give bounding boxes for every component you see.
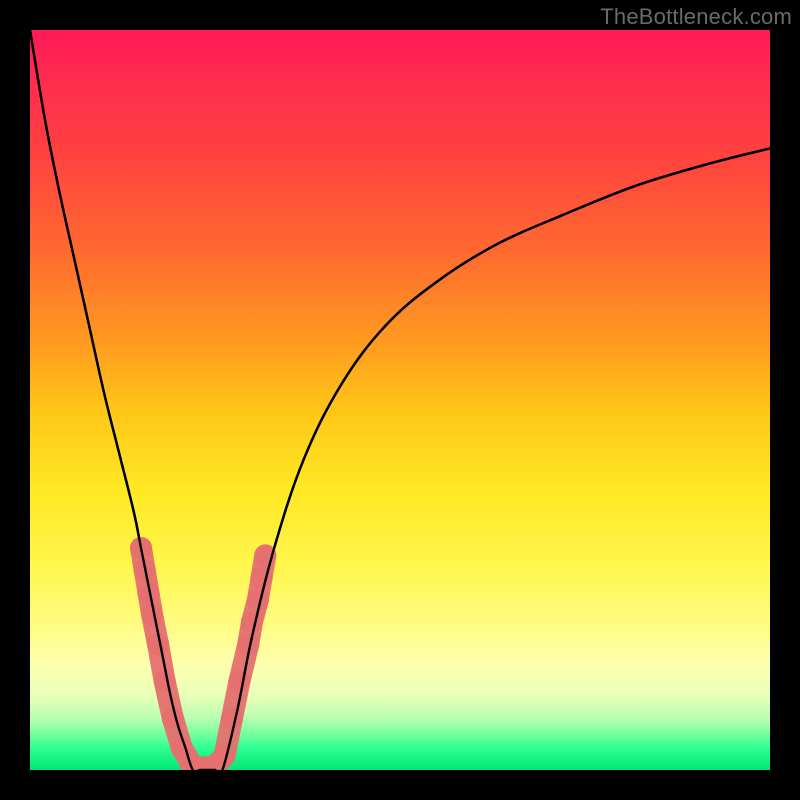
marker-dot [228, 670, 250, 692]
bottleneck-curve [30, 30, 770, 770]
watermark-text: TheBottleneck.com [600, 4, 792, 30]
marker-dot [154, 670, 176, 692]
marker-dot [221, 707, 243, 729]
v-curve-path [30, 30, 770, 770]
marker-dot [241, 611, 263, 633]
plot-area [30, 30, 770, 770]
v-curve-path [30, 30, 770, 770]
chart-frame: TheBottleneck.com [0, 0, 800, 800]
